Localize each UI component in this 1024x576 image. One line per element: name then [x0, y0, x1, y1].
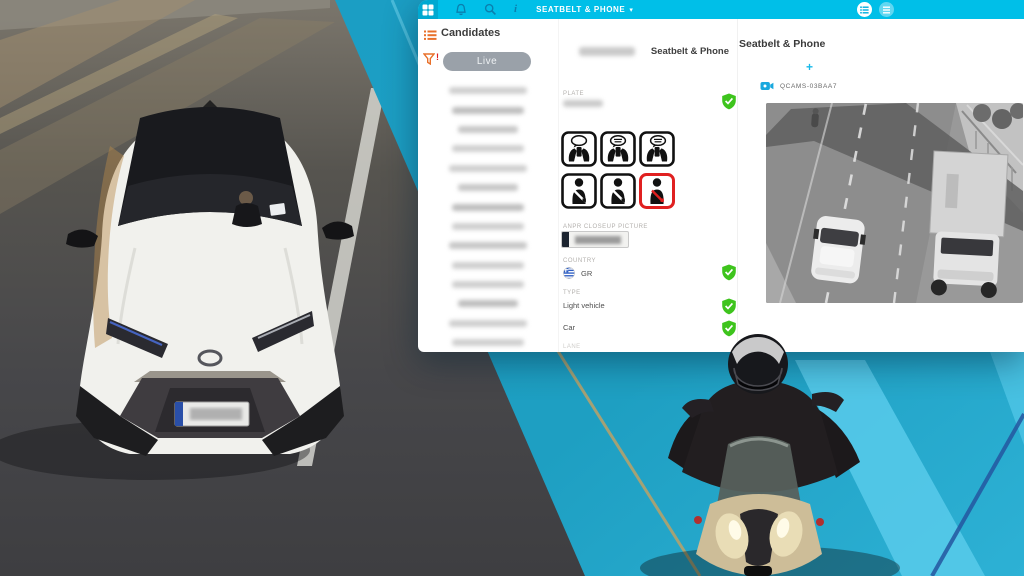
notifications-button[interactable] — [455, 3, 467, 16]
screenshot-root: i SEATBELT & PHONE ▾ — [0, 0, 1024, 576]
search-icon — [484, 3, 497, 16]
candidate-row-redacted[interactable] — [418, 100, 558, 119]
info-button[interactable]: i — [514, 4, 517, 15]
phone-use-icon — [561, 131, 597, 167]
detail-panel: Seatbelt & Phone PLATE — [558, 19, 737, 352]
windshield-sticker — [269, 203, 285, 216]
seatbelt-icon — [561, 173, 597, 209]
candidate-row-redacted[interactable] — [418, 81, 558, 100]
plate-label: PLATE — [563, 91, 584, 97]
anpr-label: ANPR CLOSEUP PICTURE — [563, 224, 648, 230]
front-tire — [744, 566, 772, 576]
chevron-down-icon[interactable]: ▾ — [629, 6, 633, 14]
camera-panel-title: Seatbelt & Phone — [739, 38, 825, 50]
candidate-row-redacted[interactable] — [418, 120, 558, 139]
type-label: TYPE — [563, 290, 581, 296]
candidate-row-redacted[interactable] — [418, 139, 558, 158]
driver-face — [239, 191, 253, 205]
lane-label: LANE — [563, 344, 581, 350]
country-label: COUNTRY — [563, 258, 596, 264]
record-id-redacted — [579, 47, 635, 56]
app-topbar: i SEATBELT & PHONE ▾ — [418, 0, 1024, 19]
turn-signal — [694, 516, 702, 524]
candidate-row-redacted[interactable] — [418, 333, 558, 352]
plate-closeup-redacted — [575, 236, 621, 244]
candidates-sidebar: Candidates ! Live — [418, 19, 558, 352]
camera-row[interactable]: QCAMS-03BAA7 — [760, 81, 837, 91]
filter-funnel-icon — [423, 53, 435, 65]
candidate-row-redacted[interactable] — [418, 159, 558, 178]
type-value-car: Car — [563, 323, 575, 332]
camera-snapshot-scene — [766, 103, 1023, 303]
record-type: Seatbelt & Phone — [651, 46, 729, 57]
candidate-row-redacted[interactable] — [418, 275, 558, 294]
plate-value-redacted — [563, 100, 603, 107]
candidates-list-icon — [424, 28, 437, 46]
candidate-row-redacted[interactable] — [418, 178, 558, 197]
motorcyclist — [640, 322, 920, 576]
anpr-closeup-image — [561, 231, 629, 248]
plate-eu-band — [562, 232, 569, 247]
search-button[interactable] — [484, 3, 497, 16]
license-plate — [175, 402, 249, 426]
app-window: i SEATBELT & PHONE ▾ — [418, 0, 1024, 352]
sidebar-title: Candidates — [441, 27, 500, 39]
country-value: GR — [581, 269, 592, 278]
phone-use-icon — [600, 131, 636, 167]
candidate-row-redacted[interactable] — [418, 256, 558, 275]
filter-button[interactable]: ! — [423, 53, 439, 65]
turn-signal — [816, 518, 824, 526]
phone-use-icon — [639, 131, 675, 167]
secondary-view-button[interactable] — [879, 2, 894, 17]
camera-id: QCAMS-03BAA7 — [780, 83, 837, 90]
candidate-row-redacted[interactable] — [418, 294, 558, 313]
seatbelt-icon — [600, 173, 636, 209]
camera-panel: Seatbelt & Phone + QCAMS-03BAA7 — [737, 19, 1024, 352]
type-confidence-shield-icon — [721, 298, 737, 315]
driver-body — [232, 203, 262, 227]
secondary-view-icon — [882, 6, 891, 14]
candidate-row-redacted[interactable] — [418, 314, 558, 333]
candidate-row-redacted[interactable] — [418, 197, 558, 216]
camera-icon — [760, 81, 774, 91]
live-button[interactable]: Live — [443, 52, 531, 71]
app-grid-icon — [422, 4, 434, 16]
list-view-button[interactable] — [857, 2, 872, 17]
type-value-light-vehicle: Light vehicle — [563, 301, 605, 310]
white-hatchback — [808, 215, 867, 285]
app-grid-button[interactable] — [418, 0, 438, 19]
module-title[interactable]: SEATBELT & PHONE — [536, 5, 625, 14]
add-button[interactable]: + — [806, 60, 813, 74]
box-truck — [926, 151, 1007, 299]
seatbelt-violation-icon — [639, 173, 675, 209]
list-view-icon — [860, 6, 869, 14]
country-confidence-shield-icon — [721, 264, 737, 281]
candidate-list — [418, 81, 558, 352]
filter-alert-badge: ! — [436, 53, 439, 62]
camera-snapshot[interactable] — [766, 103, 1023, 303]
detection-grid — [561, 131, 679, 209]
greece-flag-icon — [563, 267, 575, 279]
candidate-row-redacted[interactable] — [418, 236, 558, 255]
plate-confidence-shield-icon — [721, 93, 737, 110]
bell-icon — [455, 3, 467, 16]
candidate-row-redacted[interactable] — [418, 217, 558, 236]
